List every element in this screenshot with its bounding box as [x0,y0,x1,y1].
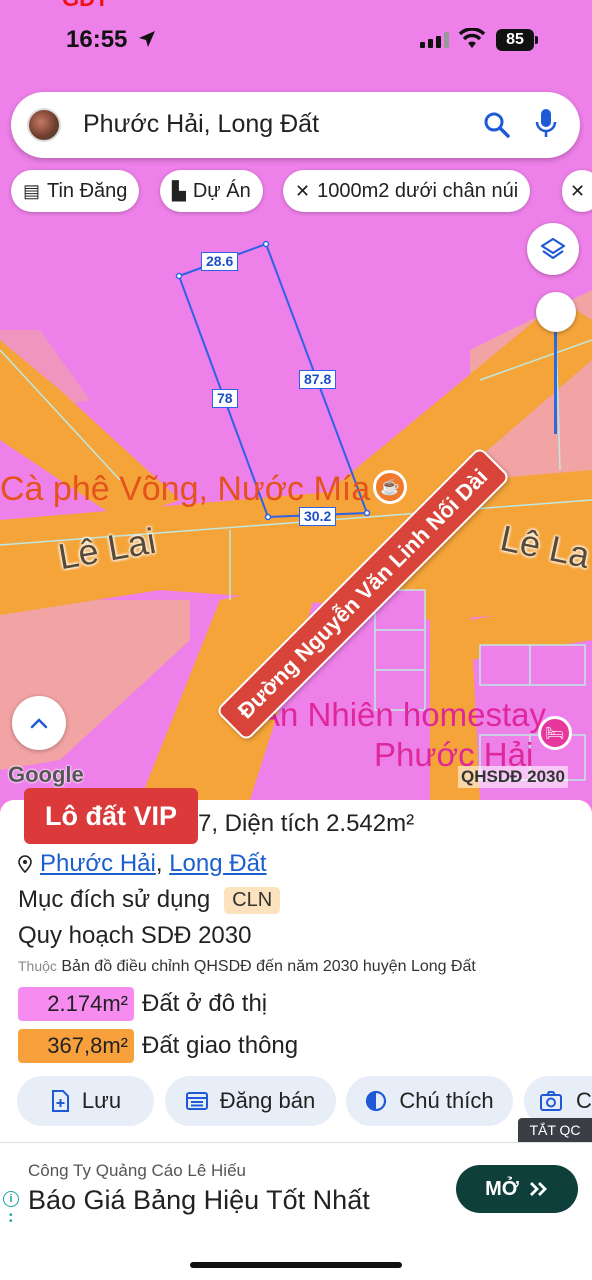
land-use-label: Đất ở đô thị [142,990,268,1017]
measure-icon: ✕ [295,180,311,201]
search-icon[interactable] [483,111,511,139]
building-icon: ▙ [172,180,186,201]
google-logo: Google [8,762,84,787]
post-for-sale-button[interactable]: Đăng bán [165,1076,336,1126]
vip-badge: Lô đất VIP [24,788,198,844]
chip-label: 1000m2 dưới chân núi [317,179,519,202]
action-label: Chú thích [399,1088,494,1113]
address-district-link[interactable]: Long Đất [169,850,266,877]
avatar[interactable] [27,108,61,142]
land-purpose: Mục đích sử dụng CLN [18,886,281,914]
camera-icon [540,1091,562,1111]
poi-label-homestay[interactable]: An Nhiên homestay [258,696,546,734]
address-ward-link[interactable]: Phước Hải [40,850,156,877]
save-button[interactable]: Lưu [17,1076,154,1126]
hotel-icon[interactable]: 🛏 [538,716,572,750]
action-label: Đăng bán [219,1088,316,1113]
land-use-area: 367,8m² [18,1029,134,1063]
map-layer-badge: QHSDĐ 2030 [458,766,568,788]
plot-dimension-label: 78 [212,389,238,408]
measure-icon: ✕ [570,180,586,201]
double-chevron-right-icon [529,1182,547,1196]
ad-open-button[interactable]: MỞ [456,1165,578,1213]
legend-button[interactable]: Chú thích [346,1076,513,1126]
location-pin-icon [18,855,32,873]
expand-panel-button[interactable] [12,696,66,750]
ad-banner[interactable]: i • • Công Ty Quảng Cáo Lê Hiếu Báo Giá B… [0,1142,592,1280]
chip-label: Dự Án [192,179,251,202]
plot-dimension-label: 28.6 [201,252,239,271]
plan-heading: Quy hoạch SDĐ 2030 [18,922,252,949]
poi-label-cafe[interactable]: Cà phê Võng, Nước Mía [0,470,370,509]
status-overlay-text: GDT [62,0,108,12]
home-indicator[interactable] [190,1262,402,1268]
action-label: C [576,1088,592,1113]
plot-title-text: 7, Diện tích [198,810,327,837]
search-input[interactable]: Phước Hải, Long Đất [83,110,319,139]
plan-source: Thuộc Bản đồ điều chỉnh QHSDĐ đến năm 20… [18,958,476,976]
plot-area: 2.542m² [326,810,415,837]
cellular-signal-icon [420,32,449,48]
opacity-slider-handle[interactable] [536,292,576,332]
layers-button[interactable] [527,223,579,275]
location-arrow-icon [139,31,155,47]
chip-tin-dang[interactable]: ▤ Tin Đăng [11,170,140,212]
chip-du-an[interactable]: ▙ Dự Án [160,170,263,212]
microphone-icon[interactable] [535,108,557,140]
plot-address: Phước Hải, Long Đất [18,850,267,878]
legend-icon [366,1090,387,1112]
land-use-label: Đất giao thông [142,1032,299,1059]
source-prefix: Thuộc [18,958,57,974]
chip-label: Tin Đăng [47,179,128,202]
land-use-area: 2.174m² [18,987,134,1021]
wifi-icon [458,28,486,48]
battery-tip [535,36,538,44]
search-bar[interactable]: Phước Hải, Long Đất [11,92,580,158]
chip-more[interactable]: ✕ [562,170,592,212]
ad-info-icon[interactable]: i [3,1191,19,1207]
land-use-row: 2.174m² Đất ở đô thị [18,987,267,1021]
plot-dimension-label: 87.8 [299,370,337,389]
ad-options-icon[interactable]: • • [9,1211,13,1227]
save-icon [51,1090,69,1112]
listing-icon: ▤ [23,180,41,201]
layers-icon [540,237,566,260]
ad-headline[interactable]: Báo Giá Bảng Hiệu Tốt Nhất [28,1185,370,1216]
hide-ads-button[interactable]: TẮT QC [518,1118,592,1142]
chip-saved-search[interactable]: ✕ 1000m2 dưới chân núi [283,170,531,212]
action-label: Lưu [81,1088,122,1113]
source-text: Bản đồ điều chỉnh QHSDĐ đến năm 2030 huy… [61,958,476,975]
purpose-label: Mục đích sử dụng [18,886,211,913]
post-icon [185,1092,208,1110]
ad-advertiser: Công Ty Quảng Cáo Lê Hiếu [28,1161,246,1180]
battery-icon: 85 [496,29,534,51]
status-bar: GDT 16:55 85 [0,0,592,80]
address-separator: , [155,850,163,877]
status-time: 16:55 [66,26,128,53]
land-use-row: 367,8m² Đất giao thông [18,1029,298,1063]
coffee-icon[interactable]: ☕ [373,470,407,504]
purpose-code-badge: CLN [224,886,281,914]
plot-dimension-label: 30.2 [299,507,337,526]
ad-open-label: MỞ [485,1177,519,1200]
chevron-up-icon [30,718,48,729]
